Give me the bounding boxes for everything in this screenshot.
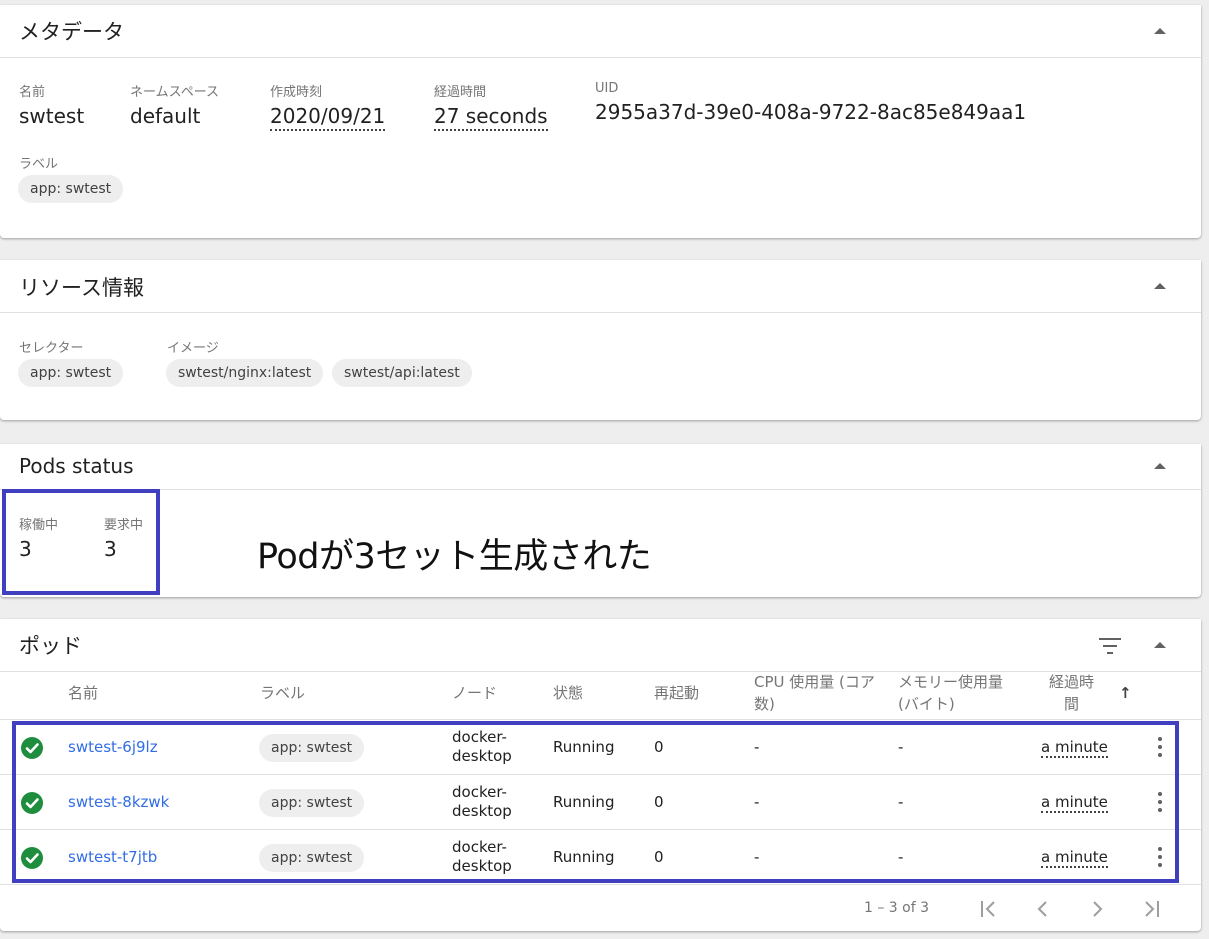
- column-labels: ラベル: [260, 684, 306, 702]
- last-page-icon[interactable]: [1141, 900, 1161, 918]
- column-status: 状態: [553, 684, 584, 702]
- sort-arrow-icon[interactable]: ↑: [1119, 682, 1132, 704]
- namespace-value: default: [130, 104, 201, 128]
- column-restarts: 再起動: [654, 684, 700, 702]
- uid-value: 2955a37d-39e0-408a-9722-8ac85e849aa1: [595, 100, 1027, 124]
- pods-status-card-header[interactable]: Pods status: [0, 444, 1201, 490]
- selector-label: セレクター: [19, 341, 84, 356]
- age-label: 経過時間: [434, 85, 487, 100]
- resources-card: リソース情報 セレクター app: swtest イメージ swtest/ngi…: [0, 260, 1201, 420]
- column-node[interactable]: ノード: [452, 682, 497, 704]
- filter-icon[interactable]: [1099, 638, 1121, 654]
- column-name[interactable]: 名前: [68, 682, 98, 704]
- metadata-title: メタデータ: [19, 20, 124, 44]
- column-age-line1: 経過時: [1049, 673, 1095, 691]
- column-cpu-line1: CPU 使用量 (コア: [754, 673, 875, 691]
- next-page-icon[interactable]: [1090, 900, 1104, 918]
- image-chip: swtest/api:latest: [332, 359, 472, 387]
- collapse-caret-icon[interactable]: [1154, 463, 1166, 469]
- namespace-label: ネームスペース: [130, 85, 220, 100]
- column-cpu: CPU 使用量 (コア 数): [754, 671, 875, 715]
- table-header: 名前 ラベル ノード 状態 再起動 CPU 使用量 (コア 数) メモリー使用量…: [0, 672, 1201, 720]
- image-chip: swtest/nginx:latest: [166, 359, 324, 387]
- first-page-icon[interactable]: [979, 900, 999, 918]
- column-memory-line1: メモリー使用量: [898, 673, 1004, 691]
- column-age-line2: 間: [1064, 695, 1080, 713]
- metadata-card: メタデータ 名前 swtest ネームスペース default 作成時刻 202…: [0, 5, 1201, 238]
- resources-card-header[interactable]: リソース情報: [0, 260, 1201, 313]
- pod-rows-highlight: [12, 721, 1179, 883]
- pods-card-header: ポッド: [0, 619, 1201, 672]
- created-value[interactable]: 2020/09/21: [270, 104, 386, 131]
- label-chip: app: swtest: [18, 175, 124, 203]
- collapse-caret-icon[interactable]: [1154, 28, 1166, 34]
- pods-title: ポッド: [19, 634, 82, 658]
- collapse-caret-icon[interactable]: [1154, 283, 1166, 289]
- created-label: 作成時刻: [270, 85, 323, 100]
- pods-status-title: Pods status: [19, 454, 134, 478]
- metadata-card-header[interactable]: メタデータ: [0, 5, 1201, 58]
- name-value: swtest: [19, 104, 85, 128]
- resources-title: リソース情報: [19, 276, 144, 300]
- collapse-caret-icon[interactable]: [1154, 642, 1166, 648]
- column-cpu-line2: 数): [754, 695, 775, 713]
- pods-status-highlight: [2, 489, 160, 595]
- column-memory: メモリー使用量 (バイト): [898, 671, 1003, 715]
- pods-status-card: Pods status 稼働中 3 要求中 3 Podが3セット生成された: [0, 444, 1201, 597]
- prev-page-icon[interactable]: [1036, 900, 1050, 918]
- image-label: イメージ: [167, 341, 219, 356]
- labels-label: ラベル: [19, 157, 59, 172]
- annotation-text: Podが3セット生成された: [257, 537, 652, 577]
- paginator: 1 – 3 of 3: [0, 886, 1201, 931]
- age-value[interactable]: 27 seconds: [434, 104, 548, 131]
- selector-chip: app: swtest: [18, 359, 124, 387]
- column-memory-line2: (バイト): [898, 695, 955, 713]
- uid-label: UID: [595, 81, 619, 96]
- page-range: 1 – 3 of 3: [864, 900, 930, 916]
- column-age[interactable]: 経過時 間: [1049, 671, 1094, 715]
- name-label: 名前: [19, 85, 46, 100]
